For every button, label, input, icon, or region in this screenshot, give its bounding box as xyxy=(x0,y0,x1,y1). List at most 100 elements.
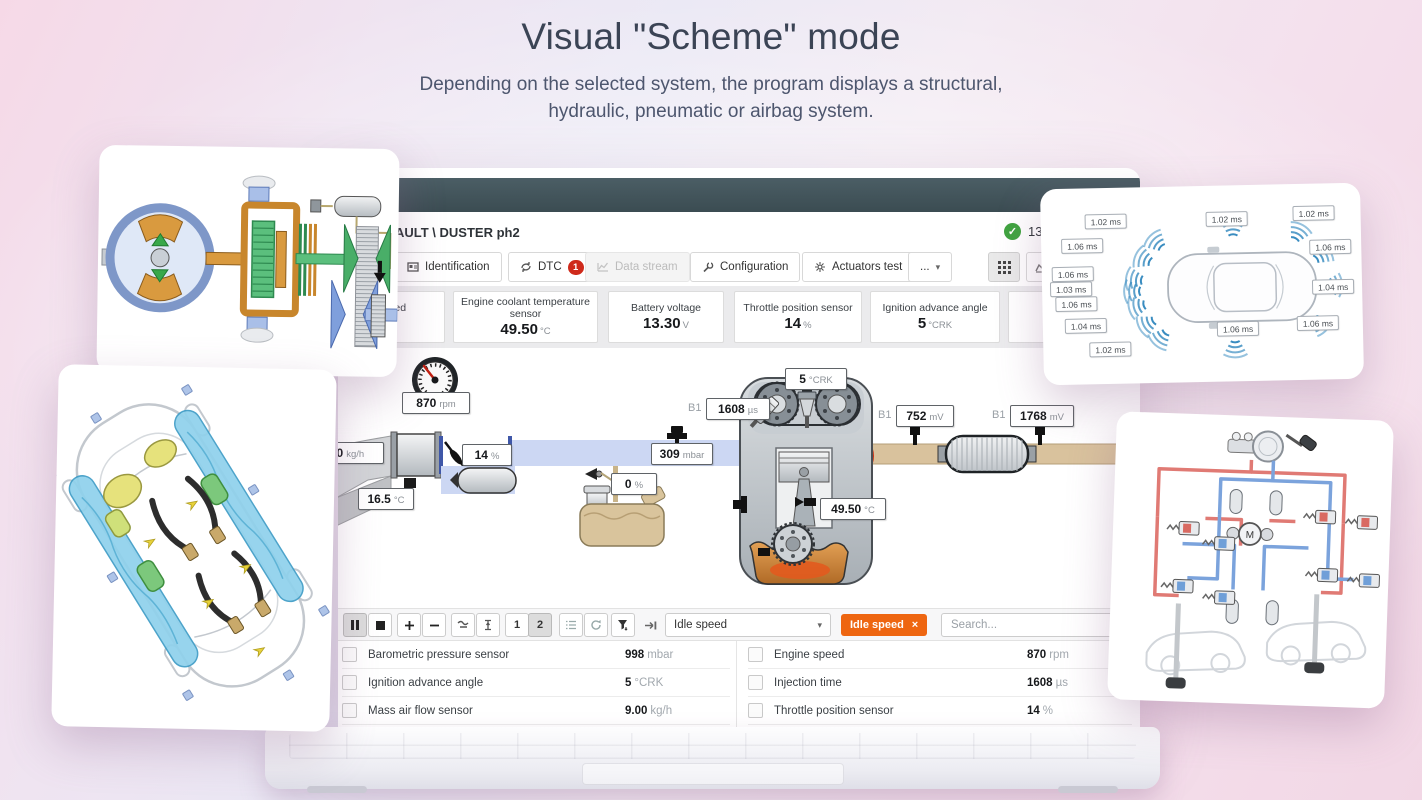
more-tabs-button[interactable]: ... ▾ xyxy=(908,252,953,282)
breadcrumb: AULT \ DUSTER ph2 xyxy=(395,225,520,240)
page-subtitle-line2: hydraulic, pneumatic or airbag system. xyxy=(548,101,874,122)
row-checkbox[interactable] xyxy=(748,647,763,662)
active-filter-chip[interactable]: Idle speed × xyxy=(841,614,928,636)
refresh-button[interactable] xyxy=(584,613,608,637)
sensor-time-label: 1.04 ms xyxy=(1064,317,1108,334)
label-mass-air-flow: 9.00kg/h xyxy=(338,442,384,464)
smoothing-button[interactable] xyxy=(451,613,475,637)
stream-toolbar: 1 2 Idle speed ▾ Idle speed × xyxy=(338,608,1140,641)
search-input[interactable] xyxy=(941,613,1114,637)
label-throttle-position: 14% xyxy=(462,444,512,466)
crank-position-sensor-icon xyxy=(758,548,770,556)
page-title: Visual "Scheme" mode xyxy=(521,16,901,57)
chip-remove-icon[interactable]: × xyxy=(912,619,918,631)
configuration-icon xyxy=(703,262,714,273)
catalytic-converter-icon xyxy=(937,434,1037,474)
engine-scheme: 870rpm 9.00kg/h 16.5°C 14% 309mbar 0% B1… xyxy=(338,348,1140,608)
mass-air-flow-sensor-icon xyxy=(390,431,442,496)
engine-scheme-illustration xyxy=(338,357,1140,585)
preset-dropdown[interactable]: Idle speed ▾ xyxy=(665,613,831,637)
row-checkbox[interactable] xyxy=(342,675,357,690)
sensor-time-label: 1.06 ms xyxy=(1216,320,1260,337)
zoom-out-button[interactable] xyxy=(422,613,446,637)
label-o2-downstream: 1768 mV xyxy=(1010,405,1074,427)
interval-button[interactable] xyxy=(476,613,500,637)
tab-configuration[interactable]: Configuration xyxy=(690,252,801,282)
chevron-down-icon: ▾ xyxy=(935,261,941,272)
sensor-time-label: 1.06 ms xyxy=(1051,266,1095,283)
actuators-test-icon xyxy=(815,262,825,272)
bank-label-o2-upstream: B1 xyxy=(878,409,892,421)
label-injection-time: 1608 µs xyxy=(706,398,770,420)
hydraulic-system-illustration: M xyxy=(1145,430,1381,689)
table-row[interactable]: Throttle position sensor 14% xyxy=(748,697,1132,725)
zoom-in-button[interactable] xyxy=(397,613,421,637)
tab-identification[interactable]: Identification xyxy=(395,252,502,282)
stop-button[interactable] xyxy=(368,613,392,637)
sensor-card-battery-voltage: Battery voltage 13.30 V xyxy=(608,291,724,343)
view-2-button[interactable]: 2 xyxy=(528,613,552,637)
sensor-card-ignition-advance: Ignition advance angle 5 °CRK xyxy=(870,291,1000,343)
sensor-time-label: 1.03 ms xyxy=(1049,281,1093,298)
row-checkbox[interactable] xyxy=(342,647,357,662)
table-row[interactable]: Mass air flow sensor 9.00 kg/h xyxy=(342,697,730,725)
card-transmission-scheme xyxy=(96,144,400,378)
stop-icon xyxy=(375,620,385,630)
row-checkbox[interactable] xyxy=(748,675,763,690)
chevron-down-icon: ▾ xyxy=(817,619,822,630)
data-stream-icon xyxy=(597,262,609,272)
wave-icon xyxy=(457,620,469,628)
row-checkbox[interactable] xyxy=(748,703,763,718)
breadcrumb-row: AULT \ DUSTER ph2 ✓ 13. xyxy=(338,212,1140,252)
tab-data-stream[interactable]: Data stream xyxy=(585,252,690,282)
label-ignition-advance: 5 °CRK xyxy=(785,368,847,390)
sensor-time-label: 1.06 ms xyxy=(1296,315,1340,332)
list-icon xyxy=(566,620,576,630)
table-row[interactable]: Injection time 1608 µs xyxy=(748,669,1132,697)
laptop-foot-right xyxy=(1058,786,1118,793)
pause-button[interactable] xyxy=(343,613,367,637)
app-titlebar xyxy=(338,178,1140,212)
label-manifold-pressure: 309 mbar xyxy=(651,443,713,465)
laptop-screen: AULT \ DUSTER ph2 ✓ 13. Identification D… xyxy=(338,168,1140,728)
pause-icon xyxy=(351,620,359,630)
sensor-card-throttle-position: Throttle position sensor 14% xyxy=(734,291,862,343)
airbag-system-illustration xyxy=(51,384,330,701)
sensor-time-label: 1.06 ms xyxy=(1061,238,1104,254)
hero-section: Visual "Scheme" mode Depending on the se… xyxy=(0,16,1422,125)
sensor-time-label: 1.02 ms xyxy=(1205,211,1249,227)
card-hydraulic-scheme: M xyxy=(1107,411,1394,709)
sound-button[interactable] xyxy=(638,613,662,637)
tab-actuators-test[interactable]: Actuators test xyxy=(802,252,915,282)
label-o2-upstream: 752 mV xyxy=(896,405,954,427)
grid-view-button[interactable] xyxy=(988,252,1020,282)
grid-view-icon xyxy=(997,260,1011,274)
tab-dtc[interactable]: DTC 1 xyxy=(508,252,596,282)
card-parking-sensors-scheme: 1.02 ms 1.06 ms 1.06 ms 1.03 ms 1.06 ms … xyxy=(1039,182,1365,386)
refresh-icon xyxy=(591,620,601,630)
torque-converter-icon xyxy=(105,203,215,313)
sensor-time-label: 1.02 ms xyxy=(1292,205,1335,222)
table-row[interactable]: Barometric pressure sensor 998 mbar xyxy=(342,641,730,669)
dtc-badge: 1 xyxy=(567,259,584,275)
sensor-time-label: 1.02 ms xyxy=(1089,341,1132,358)
bank-label-injection: B1 xyxy=(688,402,702,414)
column-divider xyxy=(736,641,737,728)
row-checkbox[interactable] xyxy=(342,703,357,718)
table-row[interactable]: Ignition advance angle 5 °CRK xyxy=(342,669,730,697)
label-coolant-temp: 49.50 °C xyxy=(820,498,886,520)
card-airbag-scheme xyxy=(51,364,337,732)
tab-bar: Identification DTC 1 Data stream Configu… xyxy=(338,252,1140,286)
label-engine-speed: 870 rpm xyxy=(402,392,470,414)
list-button[interactable] xyxy=(559,613,583,637)
filter-icon xyxy=(618,620,628,631)
table-row[interactable]: Engine speed 870 rpm xyxy=(748,641,1132,669)
sensor-time-label: 1.02 ms xyxy=(1084,213,1128,230)
id-card-icon xyxy=(407,262,419,272)
filter-button[interactable] xyxy=(611,613,635,637)
brake-pedal-booster xyxy=(1227,430,1317,463)
sensor-time-label: 1.06 ms xyxy=(1055,296,1098,313)
sensor-time-label: 1.04 ms xyxy=(1311,278,1355,295)
transmission-illustration xyxy=(101,175,398,349)
view-1-button[interactable]: 1 xyxy=(505,613,529,637)
